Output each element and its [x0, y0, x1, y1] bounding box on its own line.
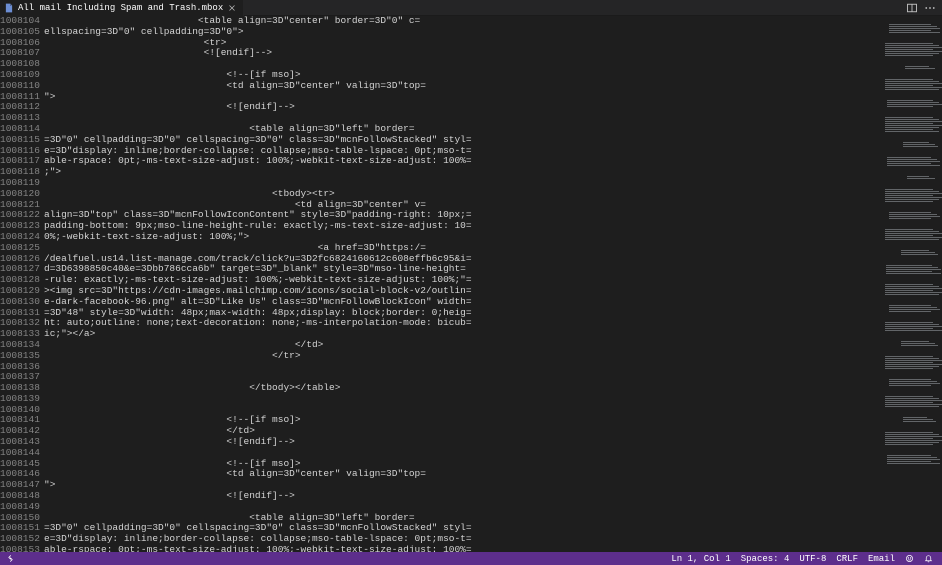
split-editor-icon[interactable] — [906, 2, 918, 14]
code-line: </tr> — [44, 351, 942, 362]
status-bar: Ln 1, Col 1 Spaces: 4 UTF-8 CRLF Email — [0, 552, 942, 565]
code-line: <td align=3D"center" valign=3D"top= — [44, 469, 942, 480]
line-number: 1008110 — [0, 81, 34, 92]
code-line: =3D"0" cellpadding=3D"0" cellspacing=3D"… — [44, 135, 942, 146]
minimap-block — [883, 117, 940, 132]
line-number: 1008153 — [0, 545, 34, 556]
minimap-block — [883, 356, 940, 369]
minimap-block — [883, 305, 940, 312]
notifications-icon[interactable] — [924, 554, 936, 563]
minimap-block — [883, 43, 940, 56]
encoding[interactable]: UTF-8 — [799, 554, 826, 564]
code-area[interactable]: <table align=3D"center" border=3D"0" c=e… — [42, 16, 942, 552]
minimap-block — [883, 157, 940, 166]
code-line: e-dark-facebook-96.png" alt=3D"Like Us" … — [44, 297, 942, 308]
minimap-block — [883, 66, 940, 69]
minimap-block — [883, 100, 940, 107]
minimap-block — [883, 229, 940, 240]
tab-file[interactable]: All mail Including Spam and Trash.mbox — [0, 0, 244, 16]
line-number: 1008135 — [0, 351, 34, 362]
minimap-block — [883, 455, 940, 464]
language-mode[interactable]: Email — [868, 554, 895, 564]
minimap-block — [883, 176, 940, 179]
minimap-block — [883, 396, 940, 407]
minimap-block — [883, 189, 940, 202]
minimap-block — [883, 142, 940, 147]
minimap-block — [883, 212, 940, 219]
code-line: <tbody><tr> — [44, 189, 942, 200]
editor: 1008104100810510081061008107100810810081… — [0, 16, 942, 552]
feedback-icon[interactable] — [905, 554, 914, 563]
minimap-block — [883, 265, 940, 274]
line-number: 1008130 — [0, 297, 34, 308]
close-icon[interactable] — [227, 3, 237, 13]
minimap-block — [883, 24, 940, 33]
code-line: able-rspace: 0pt;-ms-text-size-adjust: 1… — [44, 545, 942, 552]
minimap-block — [883, 379, 940, 386]
line-number: 1008115 — [0, 135, 34, 146]
line-number: 1008105 — [0, 27, 34, 38]
code-line: ellspacing=3D"0" cellpadding=3D"0"> — [44, 27, 942, 38]
minimap-block — [883, 284, 940, 295]
minimap-block — [883, 322, 940, 331]
minimap-block — [883, 432, 940, 445]
line-number: 1008120 — [0, 189, 34, 200]
minimap-block — [883, 417, 940, 422]
more-actions-icon[interactable] — [924, 2, 936, 14]
code-line: <td align=3D"center" valign=3D"top= — [44, 81, 942, 92]
tab-bar: All mail Including Spam and Trash.mbox — [0, 0, 942, 16]
minimap-block — [883, 250, 940, 255]
indentation[interactable]: Spaces: 4 — [741, 554, 790, 564]
minimap-block — [883, 79, 940, 90]
cursor-position[interactable]: Ln 1, Col 1 — [671, 554, 730, 564]
tab-title: All mail Including Spam and Trash.mbox — [18, 3, 223, 13]
eol[interactable]: CRLF — [836, 554, 858, 564]
code-line: ht: auto;outline: none;text-decoration: … — [44, 318, 942, 329]
minimap[interactable] — [880, 16, 942, 552]
minimap-block — [883, 341, 940, 346]
code-line: able-rspace: 0pt;-ms-text-size-adjust: 1… — [44, 156, 942, 167]
tab-actions — [906, 2, 942, 14]
line-number-gutter: 1008104100810510081061008107100810810081… — [0, 16, 42, 552]
line-number: 1008125 — [0, 243, 34, 254]
code-line: <a href=3D"https:/= — [44, 243, 942, 254]
file-icon — [4, 3, 14, 13]
